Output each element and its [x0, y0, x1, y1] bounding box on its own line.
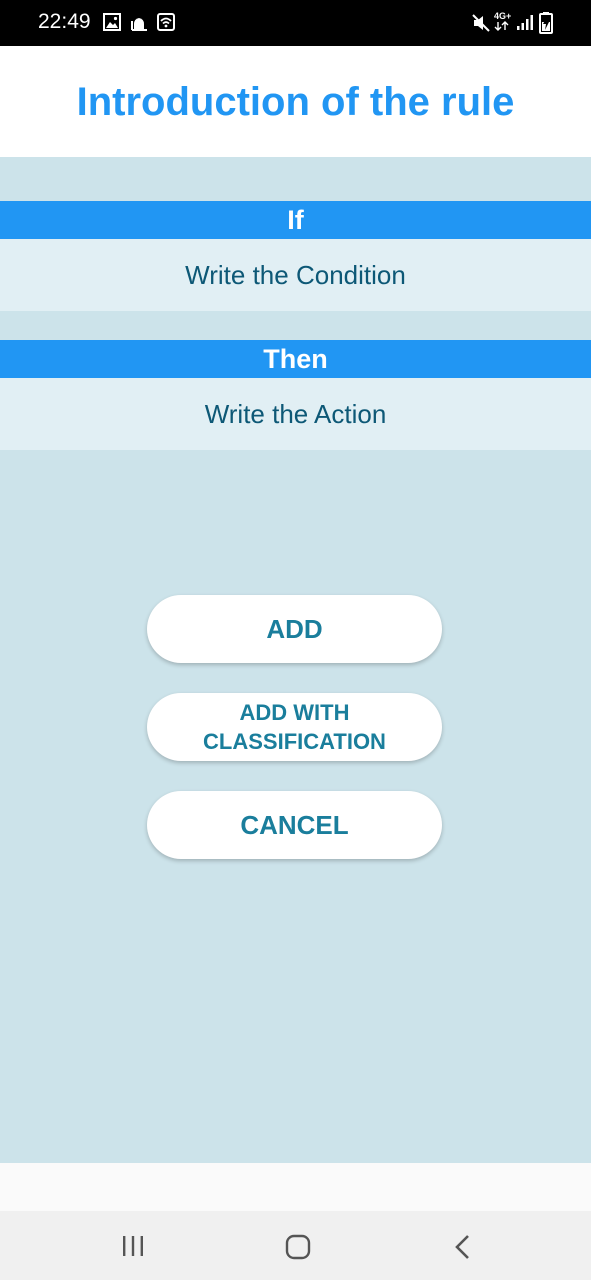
image-icon: [103, 13, 121, 31]
condition-field[interactable]: Write the Condition: [0, 239, 591, 311]
add-button[interactable]: ADD: [147, 595, 442, 663]
home-icon[interactable]: [285, 1234, 311, 1260]
add-with-classification-line2: CLASSIFICATION: [203, 729, 386, 754]
mute-icon: [471, 13, 491, 33]
signal-icon: [516, 13, 534, 31]
battery-icon: [539, 12, 553, 34]
page-title: Introduction of the rule: [76, 80, 515, 124]
then-header: Then: [0, 340, 591, 378]
wifi-hotspot-icon: [157, 13, 175, 31]
add-button-label: ADD: [266, 613, 323, 644]
cancel-button[interactable]: CANCEL: [147, 791, 442, 859]
back-icon[interactable]: [454, 1234, 472, 1260]
add-with-classification-line1: ADD WITH: [239, 700, 350, 725]
status-bar: 22:49 4G+: [0, 0, 591, 46]
bottom-strip: [0, 1163, 591, 1211]
add-with-classification-label: ADD WITH CLASSIFICATION: [185, 698, 405, 756]
header: Introduction of the rule: [0, 46, 591, 157]
add-with-classification-button[interactable]: ADD WITH CLASSIFICATION: [147, 693, 442, 761]
network-type-icon: 4G+: [494, 11, 511, 31]
if-header: If: [0, 201, 591, 239]
action-field[interactable]: Write the Action: [0, 378, 591, 450]
cancel-button-label: CANCEL: [240, 809, 349, 840]
navigation-bar: [0, 1211, 591, 1280]
main-content: If Write the Condition Then Write the Ac…: [0, 157, 591, 1163]
mosque-icon: [130, 14, 148, 32]
recent-apps-icon[interactable]: [121, 1235, 145, 1257]
network-type-label: 4G+: [494, 11, 512, 21]
status-time: 22:49: [38, 10, 91, 33]
